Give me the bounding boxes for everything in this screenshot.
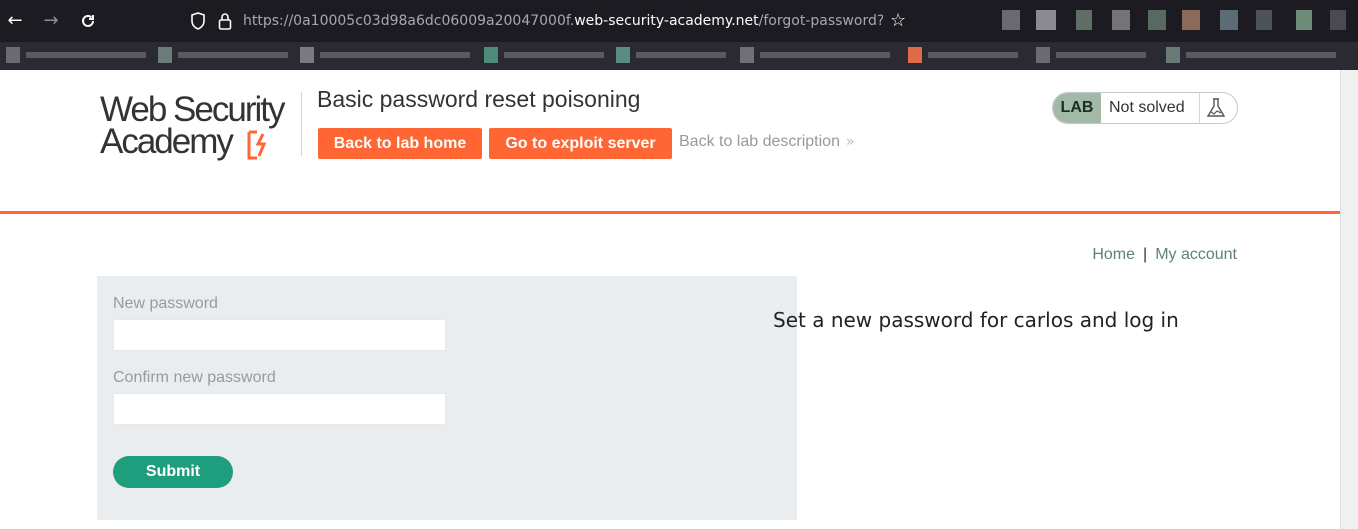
academy-logo[interactable]: Web Security Academy	[100, 90, 300, 162]
bookmark-icon[interactable]	[158, 47, 172, 63]
extension-icon[interactable]	[1076, 10, 1092, 30]
logo-bolt-icon	[247, 130, 267, 160]
extension-icon[interactable]	[1330, 10, 1346, 30]
back-to-lab-description-label: Back to lab description	[679, 133, 840, 150]
bookmark-item[interactable]	[504, 52, 604, 58]
lab-status-divider	[1199, 93, 1200, 123]
new-password-label: New password	[113, 295, 218, 312]
submit-button[interactable]: Submit	[113, 456, 233, 488]
bookmark-item[interactable]	[320, 52, 470, 58]
bookmark-icon[interactable]	[616, 47, 630, 63]
extension-icon[interactable]	[1002, 10, 1020, 30]
vertical-scrollbar[interactable]	[1340, 70, 1358, 529]
bookmark-item[interactable]	[1056, 52, 1146, 58]
extension-icon[interactable]	[1112, 10, 1130, 30]
lab-status-label: LAB	[1053, 93, 1101, 123]
extension-icon[interactable]	[1148, 10, 1166, 30]
bookmark-icon[interactable]	[908, 47, 922, 63]
go-to-exploit-server-button[interactable]: Go to exploit server	[489, 128, 672, 159]
header-divider	[301, 92, 302, 156]
url-host: web-security-academy.net	[574, 13, 759, 29]
url-path: /forgot-password?temp-forgo	[758, 13, 883, 29]
back-icon[interactable]: ←	[4, 10, 26, 32]
url-text[interactable]: https://0a10005c03d98a6dc06009a20047000f…	[243, 13, 883, 29]
forward-icon[interactable]: →	[40, 10, 62, 32]
back-to-lab-home-button[interactable]: Back to lab home	[318, 128, 482, 159]
bookmark-item[interactable]	[760, 52, 890, 58]
my-account-link[interactable]: My account	[1155, 246, 1237, 263]
bookmark-item[interactable]	[26, 52, 146, 58]
bookmarks-bar	[0, 42, 1358, 70]
bookmark-icon[interactable]	[740, 47, 754, 63]
lock-icon[interactable]	[218, 12, 232, 30]
lab-title: Basic password reset poisoning	[317, 86, 641, 112]
top-nav: Home | My account	[1092, 246, 1237, 264]
logo-line2: Academy	[100, 122, 234, 161]
bookmark-item[interactable]	[636, 52, 726, 58]
extension-icon[interactable]	[1256, 10, 1272, 30]
bookmark-icon[interactable]	[484, 47, 498, 63]
url-prefix: https://0a10005c03d98a6dc06009a20047000f…	[243, 13, 575, 29]
extension-icon[interactable]	[1036, 10, 1056, 30]
flask-icon	[1206, 98, 1226, 117]
back-to-lab-description-link[interactable]: Back to lab description »	[679, 133, 855, 151]
reset-password-form: New password Confirm new password Submit	[97, 276, 797, 520]
nav-separator: |	[1143, 246, 1148, 263]
new-password-input[interactable]	[113, 319, 446, 351]
extension-icon[interactable]	[1296, 10, 1312, 30]
confirm-password-input[interactable]	[113, 393, 446, 425]
lab-status-widget: LAB Not solved	[1052, 92, 1238, 124]
header-rule	[0, 211, 1340, 214]
bookmark-item[interactable]	[928, 52, 1018, 58]
extension-icon[interactable]	[1182, 10, 1200, 30]
reload-icon[interactable]	[77, 10, 99, 32]
bookmark-icon[interactable]	[300, 47, 314, 63]
home-link[interactable]: Home	[1092, 246, 1135, 263]
bookmark-icon[interactable]	[1166, 47, 1180, 63]
browser-toolbar: ← → https://0a10005c03d98a6dc06009a20047…	[0, 0, 1358, 42]
shield-icon[interactable]	[190, 12, 206, 30]
url-bar[interactable]: https://0a10005c03d98a6dc06009a20047000f…	[184, 6, 924, 36]
confirm-password-label: Confirm new password	[113, 369, 276, 386]
lab-status-text: Not solved	[1109, 99, 1185, 116]
bookmark-icon[interactable]	[1036, 47, 1050, 63]
extension-icon[interactable]	[1220, 10, 1238, 30]
instruction-message: Set a new password for carlos and log in	[773, 308, 1179, 332]
page: Web Security Academy Basic password rese…	[0, 70, 1358, 529]
bookmark-item[interactable]	[178, 52, 288, 58]
star-icon[interactable]: ☆	[890, 10, 906, 31]
bookmark-icon[interactable]	[6, 47, 20, 63]
double-chevron-right-icon: »	[845, 134, 855, 150]
bookmark-item[interactable]	[1186, 52, 1336, 58]
